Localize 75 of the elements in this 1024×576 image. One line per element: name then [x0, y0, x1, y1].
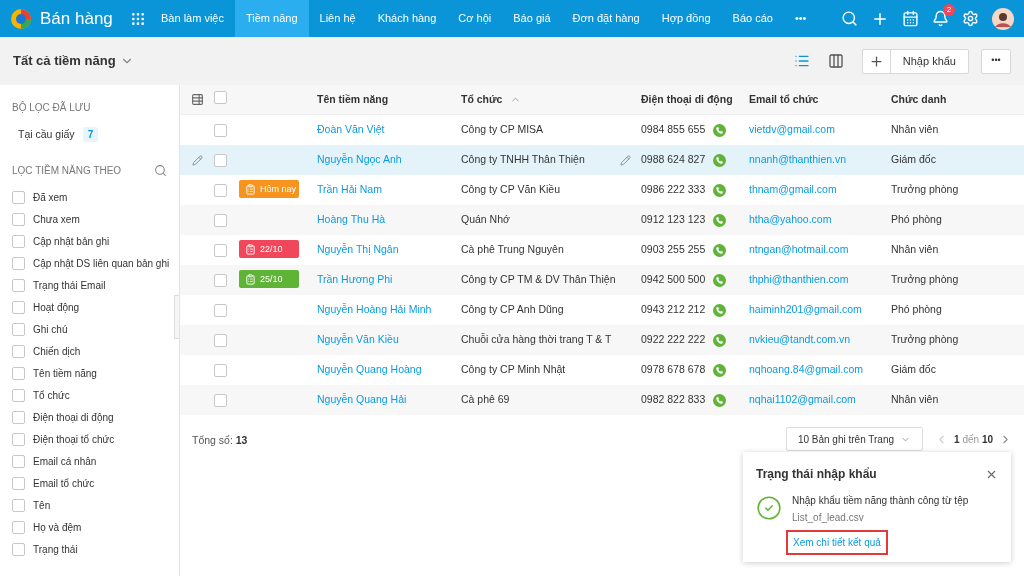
table-cell: 0922 222 222: [641, 332, 706, 348]
column-header[interactable]: Điện thoại di động: [641, 92, 733, 105]
table-cell: Phó phòng: [891, 303, 942, 316]
table-cell: 0986 222 333: [641, 182, 706, 198]
more-button[interactable]: •••: [981, 48, 1011, 74]
column-header[interactable]: Tên tiềm năng: [317, 92, 389, 105]
filter-option[interactable]: Email tổ chức: [33, 475, 95, 491]
filter-option[interactable]: Tên: [33, 497, 51, 513]
table-row[interactable]: Nguyễn Quang Hải Cà phê 69 0982 822 833 nqhai1102@gmail.com Nhân viên: [180, 385, 1024, 415]
table-cell: Phó phòng: [891, 213, 942, 226]
table-cell: Công ty CP TM & DV Thân Thiện: [461, 272, 616, 288]
toast-title: Trạng thái nhập khẩu: [756, 466, 877, 483]
table-row[interactable]: 25/10 Trần Hương Phi Công ty CP TM & DV Thân Thiện 0942 500 500 thphi@thanthien.com Trưởng phòng: [180, 265, 1024, 295]
filter-option[interactable]: Ghi chú: [33, 321, 68, 337]
table-cell: Nhân viên: [891, 243, 939, 256]
section-heading: BỘ LỌC ĐÃ LƯU: [12, 100, 92, 115]
filter-option[interactable]: Chưa xem: [33, 211, 80, 227]
due-badge: Hôm nay: [239, 180, 299, 199]
table-cell: Công ty TNHH Thân Thiện: [461, 152, 585, 168]
table-cell: Chuỗi cửa hàng thời trang T & T: [461, 332, 612, 348]
total-count: Tổng số: 13: [192, 433, 248, 448]
table-cell: Công ty CP Minh Nhật: [461, 362, 566, 378]
notification-count: 2: [943, 4, 955, 16]
filter-option[interactable]: Tổ chức: [33, 387, 70, 403]
filter-option[interactable]: Cập nhật DS liên quan bản ghi: [33, 255, 170, 271]
filter-option[interactable]: Chiến dịch: [33, 343, 81, 359]
table-cell: Giám đốc: [891, 363, 936, 376]
table-cell: Công ty CP MISA: [461, 122, 544, 138]
table-cell: 0912 123 123: [641, 212, 706, 228]
table-cell: Cà phê 69: [461, 392, 510, 408]
filter-option[interactable]: Điện thoại tổ chức: [33, 431, 115, 447]
file-name: List_of_lead.csv: [792, 511, 865, 525]
table-cell: 0984 855 655: [641, 122, 706, 138]
table-cell: 0942 500 500: [641, 272, 706, 288]
table-cell: Công ty CP Văn Kiều: [461, 182, 561, 198]
page-range: 1 đến 10: [954, 432, 993, 447]
table-cell: 0988 624 827: [641, 152, 706, 168]
due-badge: 25/10: [239, 270, 299, 289]
filter-option[interactable]: Hoạt động: [33, 299, 80, 315]
column-header[interactable]: Tổ chức: [461, 91, 503, 108]
due-badge: 22/10: [239, 240, 299, 259]
saved-filter[interactable]: Tại cầu giấy: [18, 127, 75, 143]
table-cell: 0982 822 833: [641, 392, 706, 408]
filter-option[interactable]: Tên tiềm năng: [33, 365, 97, 381]
app-title: Bán hàng: [40, 7, 113, 30]
table-cell: Trưởng phòng: [891, 273, 959, 286]
table-cell: Nhân viên: [891, 123, 939, 136]
view-title[interactable]: Tất cả tiềm năng: [13, 51, 116, 71]
table-cell: Trưởng phòng: [891, 183, 959, 196]
filter-count: 7: [82, 127, 99, 143]
filter-option[interactable]: Trạng thái Email: [33, 277, 106, 293]
filter-option[interactable]: Cập nhật bản ghi: [33, 233, 110, 249]
table-cell: 0978 678 678: [641, 362, 706, 378]
table-cell: Trưởng phòng: [891, 333, 959, 346]
column-header[interactable]: Chức danh: [891, 92, 947, 105]
toast-message: Nhập khẩu tiềm năng thành công từ tệp: [792, 494, 969, 508]
table-cell: Cà phê Trung Nguyên: [461, 242, 564, 258]
table-row[interactable]: Hoàng Thu Hà Quán Nhớ 0912 123 123 htha@yahoo.com Phó phòng: [180, 205, 1024, 235]
table-cell: Nhân viên: [891, 393, 939, 406]
filter-option[interactable]: Đã xem: [33, 189, 68, 205]
column-header[interactable]: Email tổ chức: [749, 92, 819, 105]
table-row[interactable]: Nguyễn Văn Kiều Chuỗi cửa hàng thời trang T & T 0922 222 222 nvkieu@tandt.com.vn Trưởng phòng: [180, 325, 1024, 355]
filter-option[interactable]: Email cá nhân: [33, 453, 97, 469]
filter-option[interactable]: Điện thoại di động: [33, 409, 114, 425]
section-heading: LỌC TIỀM NĂNG THEO: [12, 163, 122, 178]
table-cell: 0943 212 212: [641, 302, 706, 318]
filter-option[interactable]: Họ và đệm: [33, 519, 82, 535]
table-cell: Công ty CP Anh Dũng: [461, 302, 564, 318]
table-row[interactable]: Nguyễn Ngọc Anh Công ty TNHH Thân Thiện 0988 624 827 nnanh@thanthien.vn Giám đốc: [180, 145, 1024, 175]
table-cell: Giám đốc: [891, 153, 936, 166]
table-cell: Quán Nhớ: [461, 212, 510, 228]
import-button[interactable]: Nhập khẩu: [889, 49, 968, 73]
table-cell: 0903 255 255: [641, 242, 706, 258]
page-size-dropdown[interactable]: 10 Bản ghi trên Trang: [785, 427, 924, 451]
filter-option[interactable]: Trạng thái: [33, 541, 78, 557]
